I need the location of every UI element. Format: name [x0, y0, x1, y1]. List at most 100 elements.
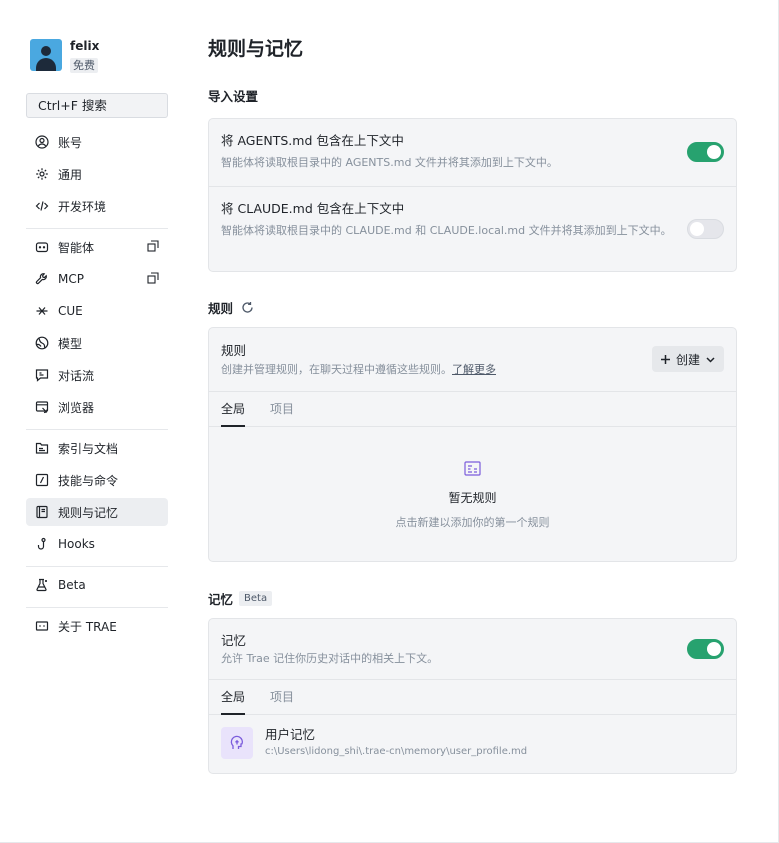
refresh-icon[interactable] — [241, 301, 254, 314]
user-profile[interactable]: felix 免费 — [30, 38, 168, 73]
tab-global[interactable]: 全局 — [221, 392, 246, 427]
rules-desc: 创建并管理规则，在聊天过程中遵循这些规则。 — [221, 363, 452, 376]
sidebar-item-label: Hooks — [58, 537, 95, 551]
main-content: 规则与记忆 导入设置 将 AGENTS.md 包含在上下文中 智能体将读取根目录… — [208, 36, 737, 774]
browser-icon — [35, 401, 49, 414]
external-link-icon[interactable] — [147, 272, 159, 284]
sidebar-item-conversation-flow[interactable]: 对话流 — [26, 361, 168, 389]
page-title: 规则与记忆 — [208, 38, 304, 60]
sidebar-item-label: 通用 — [58, 167, 83, 182]
chat-icon — [35, 369, 49, 382]
agents-md-row: 将 AGENTS.md 包含在上下文中 智能体将读取根目录中的 AGENTS.m… — [209, 119, 736, 186]
plus-icon — [660, 354, 670, 364]
create-label: 创建 — [675, 352, 700, 367]
memory-toggle[interactable] — [687, 639, 724, 659]
folder-doc-icon — [35, 442, 49, 454]
sidebar-item-dev-env[interactable]: 开发环境 — [26, 192, 168, 220]
avatar — [30, 39, 62, 71]
sidebar-item-general[interactable]: 通用 — [26, 160, 168, 188]
sidebar: felix 免费 Ctrl+F 搜索 账号 通用 开发环境 智能体 MCP CU… — [26, 38, 168, 640]
sidebar-item-hooks[interactable]: Hooks — [26, 530, 168, 558]
sidebar-item-label: CUE — [58, 304, 83, 318]
create-rule-button[interactable]: 创建 — [651, 346, 724, 372]
sidebar-item-label: Beta — [58, 578, 86, 592]
memory-item-icon-box — [221, 727, 253, 759]
tab-global[interactable]: 全局 — [221, 680, 246, 715]
claude-md-title: 将 CLAUDE.md 包含在上下文中 — [221, 201, 405, 216]
divider — [26, 607, 168, 608]
settings-window: felix 免费 Ctrl+F 搜索 账号 通用 开发环境 智能体 MCP CU… — [0, 0, 779, 843]
sidebar-item-index-docs[interactable]: 索引与文档 — [26, 434, 168, 462]
cue-icon — [36, 307, 48, 315]
memory-card: 记忆 允许 Trae 记住你历史对话中的相关上下文。 全局 项目 用户记忆 c:… — [208, 618, 737, 774]
divider — [26, 228, 168, 229]
sidebar-item-models[interactable]: 模型 — [26, 329, 168, 357]
sidebar-item-about[interactable]: 关于 TRAE — [26, 612, 168, 640]
nav-group-about: 关于 TRAE — [26, 612, 168, 640]
sidebar-item-label: 浏览器 — [58, 400, 95, 415]
tab-project[interactable]: 项目 — [270, 680, 294, 714]
sidebar-item-beta[interactable]: Beta — [26, 571, 168, 599]
notebook-icon — [36, 505, 48, 519]
sidebar-item-label: 技能与命令 — [58, 473, 119, 488]
sidebar-item-cue[interactable]: CUE — [26, 297, 168, 325]
sidebar-item-label: 索引与文档 — [58, 441, 119, 456]
claude-md-desc: 智能体将读取根目录中的 CLAUDE.md 和 CLAUDE.local.md … — [221, 224, 672, 237]
sidebar-item-mcp[interactable]: MCP — [26, 265, 168, 293]
memory-section-header: 记忆 Beta — [208, 589, 737, 608]
gear-icon — [36, 168, 48, 180]
sidebar-item-account[interactable]: 账号 — [26, 128, 168, 156]
rules-header-row: 规则 创建并管理规则，在聊天过程中遵循这些规则。了解更多 创建 — [209, 328, 736, 391]
search-box[interactable]: Ctrl+F 搜索 — [26, 93, 168, 118]
brain-icon — [230, 735, 243, 749]
memory-item-path: c:\Users\lidong_shi\.trae-cn\memory\user… — [265, 746, 528, 757]
plan-badge: 免费 — [70, 57, 98, 73]
nav-group-ai: 智能体 MCP CUE 模型 对话流 浏览器 — [26, 233, 168, 421]
sidebar-item-label: MCP — [58, 272, 84, 286]
chevron-down-icon — [706, 356, 715, 363]
learn-more-link[interactable]: 了解更多 — [452, 363, 496, 376]
agents-md-title: 将 AGENTS.md 包含在上下文中 — [221, 133, 404, 148]
trae-logo-icon — [35, 621, 49, 631]
rules-desc-line: 创建并管理规则，在聊天过程中遵循这些规则。了解更多 — [221, 362, 680, 378]
claude-md-row: 将 CLAUDE.md 包含在上下文中 智能体将读取根目录中的 CLAUDE.m… — [209, 186, 736, 271]
memory-header-row: 记忆 允许 Trae 记住你历史对话中的相关上下文。 — [209, 619, 736, 679]
wrench-icon — [35, 273, 47, 285]
rules-card-title: 规则 — [221, 343, 247, 358]
rules-empty-state: 暂无规则 点击新建以添加你的第一个规则 — [209, 427, 736, 561]
hook-icon — [37, 537, 46, 550]
user-name: felix — [70, 38, 100, 53]
sidebar-item-rules-memory[interactable]: 规则与记忆 — [26, 498, 168, 526]
sidebar-item-label: 规则与记忆 — [58, 505, 119, 520]
tab-project[interactable]: 项目 — [270, 392, 294, 426]
sidebar-item-label: 关于 TRAE — [58, 619, 117, 634]
flask-icon — [36, 578, 47, 592]
sidebar-item-label: 模型 — [58, 336, 83, 351]
sidebar-item-label: 对话流 — [58, 368, 95, 383]
memory-item-title: 用户记忆 — [265, 727, 316, 742]
agents-md-desc: 智能体将读取根目录中的 AGENTS.md 文件并将其添加到上下文中。 — [221, 156, 558, 169]
divider — [26, 566, 168, 567]
user-memory-item[interactable]: 用户记忆 c:\Users\lidong_shi\.trae-cn\memory… — [209, 715, 736, 773]
memory-tabs: 全局 项目 — [209, 679, 736, 715]
sidebar-item-label: 开发环境 — [58, 199, 107, 214]
rules-card: 规则 创建并管理规则，在聊天过程中遵循这些规则。了解更多 创建 全局 项目 暂无… — [208, 327, 737, 562]
sidebar-item-label: 账号 — [58, 135, 83, 150]
import-settings-title: 导入设置 — [208, 89, 259, 104]
memory-desc: 允许 Trae 记住你历史对话中的相关上下文。 — [221, 652, 439, 665]
empty-rules-icon — [464, 461, 481, 476]
sidebar-item-skills-commands[interactable]: 技能与命令 — [26, 466, 168, 494]
claude-md-toggle[interactable] — [687, 219, 724, 239]
sidebar-item-agents[interactable]: 智能体 — [26, 233, 168, 261]
rules-tabs: 全局 项目 — [209, 391, 736, 427]
memory-section-title: 记忆 — [208, 592, 234, 607]
sidebar-item-label: 智能体 — [58, 240, 95, 255]
agent-icon — [35, 242, 49, 253]
memory-item-text: 用户记忆 c:\Users\lidong_shi\.trae-cn\memory… — [265, 727, 527, 773]
agents-md-toggle[interactable] — [687, 142, 724, 162]
sidebar-item-browser[interactable]: 浏览器 — [26, 393, 168, 421]
import-settings-card: 将 AGENTS.md 包含在上下文中 智能体将读取根目录中的 AGENTS.m… — [208, 118, 737, 272]
external-link-icon[interactable] — [147, 240, 159, 252]
code-icon — [35, 201, 49, 211]
command-icon — [35, 473, 49, 487]
